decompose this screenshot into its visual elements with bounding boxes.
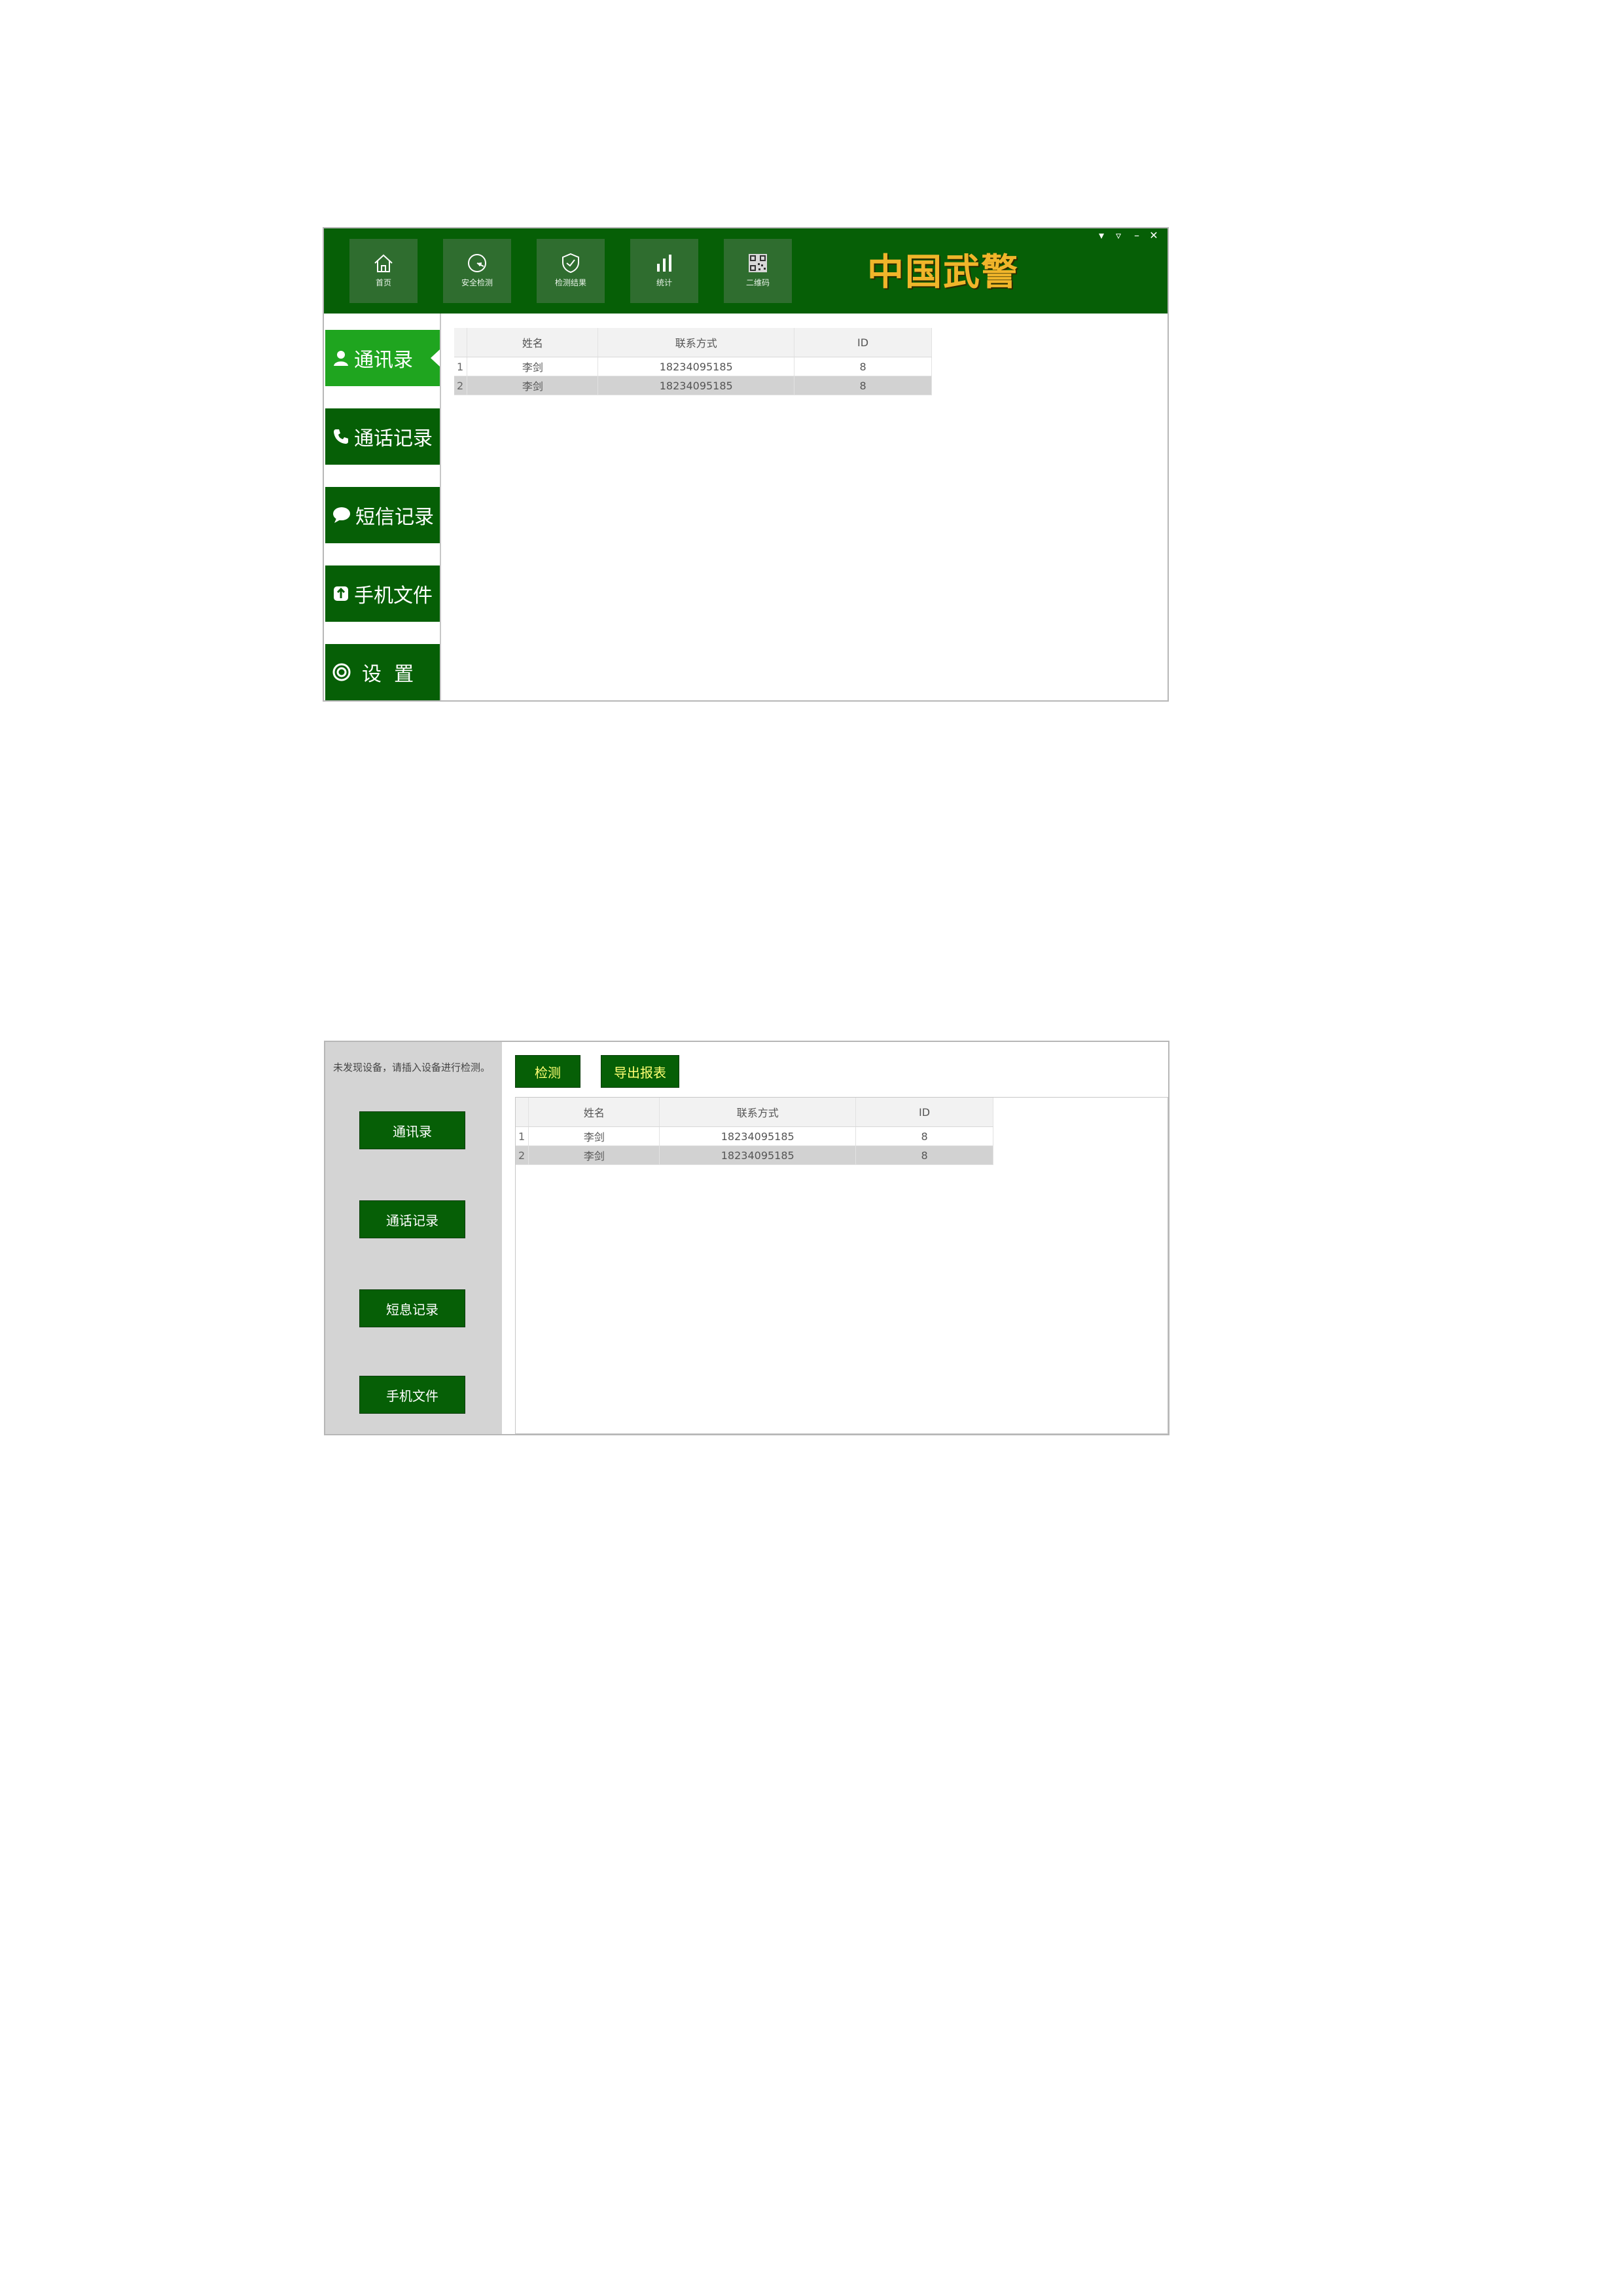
table-row[interactable]: 1 李剑 18234095185 8 [516, 1126, 993, 1146]
brand-logo-text: 中国武警 [867, 251, 1019, 294]
sms-button[interactable]: 短息记录 [359, 1289, 465, 1327]
device-status-text: 未发现设备，请插入设备进行检测。 [333, 1062, 491, 1073]
table-row[interactable]: 1 李剑 18234095185 8 [454, 357, 932, 376]
file-icon [332, 584, 350, 603]
detect-button[interactable]: 检测 [515, 1055, 580, 1088]
nav-item-label: 手机文件 [354, 584, 433, 607]
table-row-selected[interactable]: 2 李剑 18234095185 8 [454, 376, 932, 395]
chat-icon [332, 506, 351, 524]
column-header-phone[interactable]: 联系方式 [597, 328, 795, 357]
table-header-row: 姓名 联系方式 ID [454, 328, 932, 357]
phone-icon [332, 427, 350, 446]
cell-phone: 18234095185 [659, 1145, 857, 1165]
row-number: 1 [516, 1126, 529, 1146]
row-number: 2 [516, 1145, 529, 1165]
cell-phone: 18234095185 [597, 357, 795, 376]
toolbar-label: 首页 [375, 278, 391, 287]
skin-menu-button[interactable]: ▾ [1095, 230, 1108, 242]
cell-id: 8 [855, 1126, 993, 1146]
cell-phone: 18234095185 [659, 1126, 857, 1146]
row-number: 1 [454, 357, 468, 376]
table-container: 姓名 联系方式 ID 1 李剑 18234095185 8 2 李剑 18234… [515, 1097, 1168, 1434]
nav-item-label: 通讯录 [354, 349, 413, 372]
files-button[interactable]: 手机文件 [359, 1376, 465, 1414]
toolbar-label: 统计 [656, 278, 672, 287]
person-icon [332, 349, 350, 367]
header-bar: 首页 安全检测 检测结果 统计 二维码 中国武警 ▾ ▿ – ✕ [324, 228, 1168, 314]
dropdown-menu-button[interactable]: ▿ [1112, 230, 1125, 242]
row-number-header [454, 328, 468, 357]
scan-icon [468, 254, 486, 272]
nav-item-sms[interactable]: 短信记录 [325, 487, 440, 543]
sidebar-nav: 通讯录 通话记录 短信记录 手机文件 设 置 [324, 314, 440, 700]
toolbar-stats-button[interactable]: 统计 [630, 239, 698, 303]
toolbar-qrcode-button[interactable]: 二维码 [724, 239, 792, 303]
nav-item-label: 通话记录 [354, 427, 433, 450]
contacts-table: 姓名 联系方式 ID 1 李剑 18234095185 8 2 李剑 18234… [516, 1098, 993, 1165]
cell-name: 李剑 [467, 376, 599, 395]
cell-id: 8 [794, 376, 932, 395]
export-report-button[interactable]: 导出报表 [601, 1055, 679, 1088]
app-window-main: 首页 安全检测 检测结果 统计 二维码 中国武警 ▾ ▿ – ✕ 通讯录 通话记… [323, 227, 1169, 702]
left-panel: 未发现设备，请插入设备进行检测。 通讯录 通话记录 短息记录 手机文件 [325, 1042, 502, 1434]
minimize-button[interactable]: – [1130, 230, 1143, 242]
nav-item-label: 设 置 [362, 663, 414, 686]
calls-button[interactable]: 通话记录 [359, 1200, 465, 1238]
contacts-button[interactable]: 通讯录 [359, 1111, 465, 1149]
home-icon [374, 254, 393, 272]
cell-name: 李剑 [528, 1126, 660, 1146]
column-header-phone[interactable]: 联系方式 [659, 1098, 857, 1127]
app-window-secondary: 未发现设备，请插入设备进行检测。 通讯录 通话记录 短息记录 手机文件 检测 导… [324, 1041, 1169, 1435]
table-row-selected[interactable]: 2 李剑 18234095185 8 [516, 1145, 993, 1165]
cell-id: 8 [794, 357, 932, 376]
toolbar-label: 二维码 [745, 278, 770, 287]
column-header-id[interactable]: ID [794, 328, 932, 357]
active-indicator-arrow [431, 350, 440, 367]
nav-item-settings[interactable]: 设 置 [325, 644, 440, 700]
toolbar-label: 安全检测 [461, 278, 493, 287]
toolbar-home-button[interactable]: 首页 [349, 239, 418, 303]
cell-name: 李剑 [467, 357, 599, 376]
toolbar-scan-button[interactable]: 安全检测 [443, 239, 511, 303]
content-divider [440, 314, 441, 700]
nav-item-contacts[interactable]: 通讯录 [325, 330, 440, 386]
close-button[interactable]: ✕ [1147, 230, 1160, 242]
column-header-id[interactable]: ID [855, 1098, 993, 1127]
cell-id: 8 [855, 1145, 993, 1165]
toolbar-results-button[interactable]: 检测结果 [537, 239, 605, 303]
gear-icon [332, 662, 351, 682]
toolbar-label: 检测结果 [554, 278, 586, 287]
bar-chart-icon [657, 255, 671, 272]
row-number-header [516, 1098, 529, 1127]
nav-item-label: 短信记录 [355, 506, 434, 529]
cell-name: 李剑 [528, 1145, 660, 1165]
nav-item-calls[interactable]: 通话记录 [325, 408, 440, 465]
table-header-row: 姓名 联系方式 ID [516, 1098, 993, 1127]
nav-item-files[interactable]: 手机文件 [325, 565, 440, 622]
cell-phone: 18234095185 [597, 376, 795, 395]
shield-icon [562, 253, 579, 274]
column-header-name[interactable]: 姓名 [467, 328, 599, 357]
qr-code-icon [749, 254, 767, 272]
row-number: 2 [454, 376, 468, 395]
contacts-table: 姓名 联系方式 ID 1 李剑 18234095185 8 2 李剑 18234… [454, 328, 932, 395]
column-header-name[interactable]: 姓名 [528, 1098, 660, 1127]
